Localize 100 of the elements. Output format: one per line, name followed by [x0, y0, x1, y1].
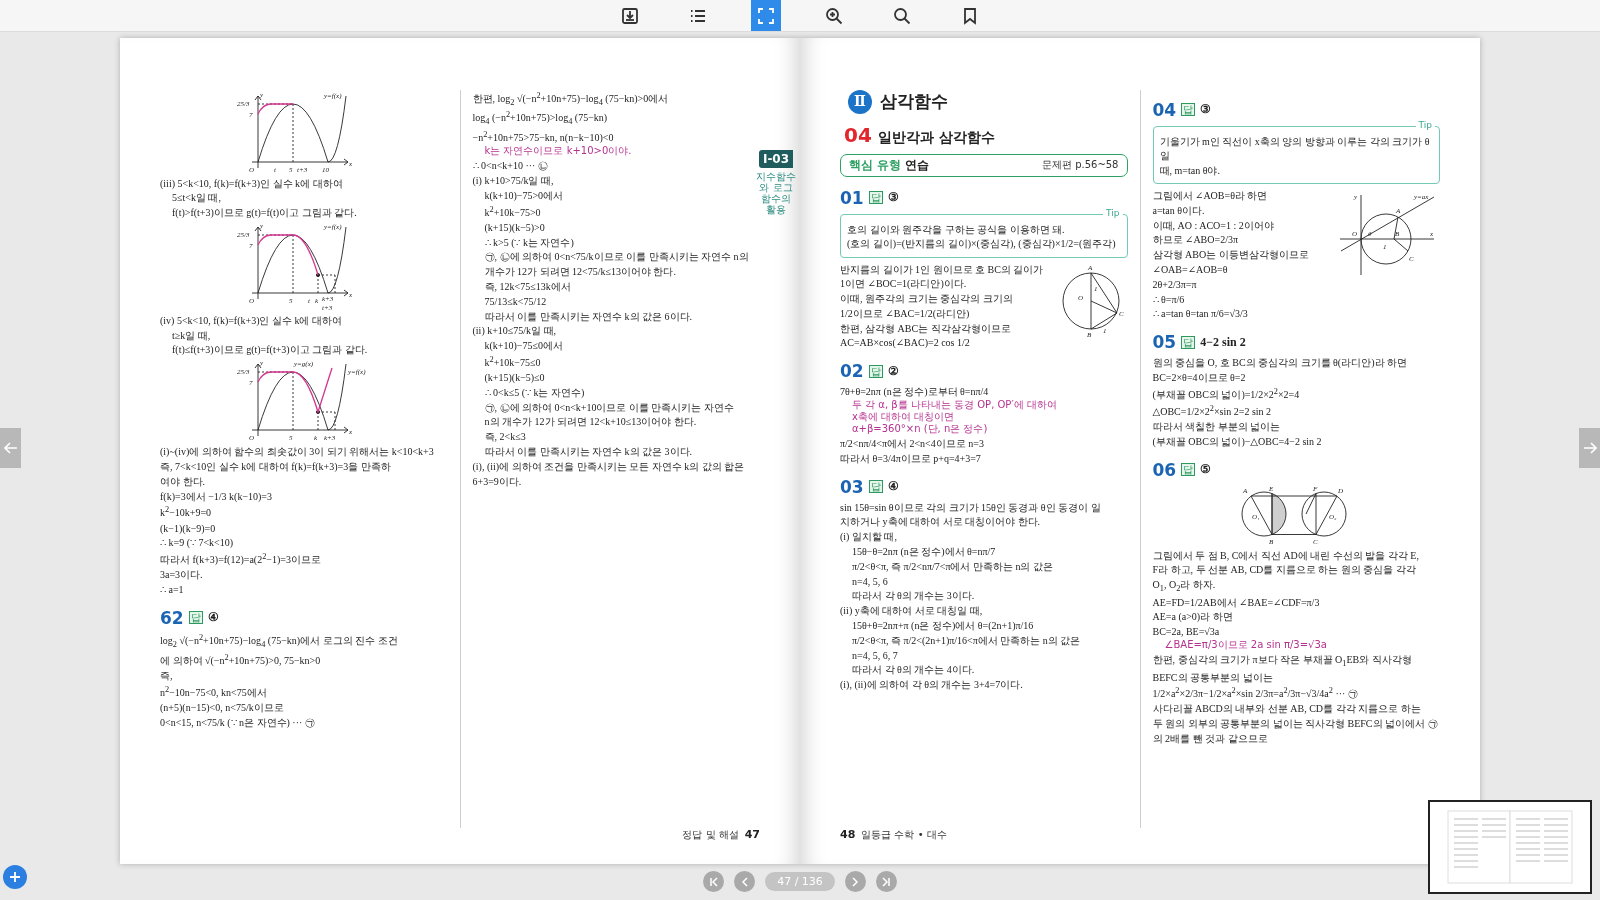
- add-button[interactable]: [3, 865, 27, 889]
- margin-note: ∠BAE=π/3이므로 2a sin π/3=√3a: [1164, 639, 1328, 652]
- problem-number: 05: [1152, 332, 1177, 353]
- problem-number: 06: [1152, 459, 1177, 480]
- chevron-left-icon: [739, 876, 750, 887]
- solution-line: ∴ a=1: [160, 583, 185, 597]
- solution-line: 의 2배를 뺀 것과 같으므로: [1152, 732, 1269, 746]
- solution-line: 하므로 ∠ABO=2/3π: [1152, 233, 1239, 248]
- answer-tag: 답: [868, 191, 883, 204]
- solution-line: 한편, 중심각의 크기가 π보다 작은 부채꼴 O$_{1}$EB와 직사각형: [1152, 653, 1413, 670]
- page-number: 48: [840, 827, 856, 841]
- arrow-left-icon: [3, 441, 18, 454]
- answer-text: ⑤: [1200, 462, 1212, 478]
- solution-line: 1이면 ∠BOC=1(라디안)이다.: [840, 277, 968, 292]
- solution-line: 7θ+θ=2nπ (n은 정수)로부터 θ=nπ/4: [840, 385, 990, 400]
- margin-note: α+β=360°×n (단, n은 정수): [852, 423, 989, 436]
- solution-line: log$_{2}$ √(−n$^{2}$+10n+75)−log$_{4}$ (75−kn)에서 로그의 진수 조건: [160, 631, 399, 651]
- solution-line: k$^{2}$+10k−75>0: [483, 203, 542, 220]
- solution-line: ∴ θ=π/6: [1152, 292, 1186, 307]
- tip-text: 호의 길이와 원주각을 구하는 공식을 이용하면 돼.: [847, 222, 1066, 237]
- solution-line: (i)~(iv)에 의하여 함수의 최솟값이 3이 되기 위해서는 k<10<k+3: [160, 445, 435, 460]
- plus-icon: [10, 872, 20, 882]
- solution-line: ㉠, ㉡에 의하여 0<n<k+10이므로 이를 만족시키는 자연수: [483, 400, 735, 415]
- answer-text: 4−2 sin 2: [1200, 334, 1246, 350]
- solution-line: k(k+10)−75≤0에서: [483, 339, 564, 353]
- solution-line: π/2<θ<π, 즉 π/2<nπ/7<π에서 만족하는 n의 값은: [851, 559, 1054, 574]
- solution-line: n=4, 5, 6, 7: [851, 648, 899, 663]
- solution-line: AC=AB×cos(∠BAC)=2 cos 1/2: [840, 336, 971, 351]
- solution-line: k$^{2}$+10k−75≤0: [483, 353, 542, 371]
- solution-line: k$^{2}$−10k+9=0: [160, 504, 213, 521]
- chapter-numeral: Ⅱ: [848, 89, 872, 114]
- solution-line: 15θ−θ=2nπ (n은 정수)에서 θ=nπ/7: [851, 545, 997, 559]
- section-title: 일반각과 삼각함수: [877, 128, 995, 147]
- solution-line: (k+15)(k−5)>0: [483, 220, 546, 235]
- margin-note: x축에 대하여 대칭이면: [852, 411, 956, 424]
- problem-number: 04: [1152, 99, 1177, 120]
- solution-line: k(k+10)−75>0에서: [483, 188, 565, 203]
- solution-line: 즉, 7<k<10인 실수 k에 대하여 f(k)=f(k+3)=3을 만족하: [160, 460, 392, 474]
- solution-line: ∴ a=tan θ=tan π/6=√3/3: [1152, 307, 1249, 322]
- solution-line: n$^{2}$−10n−75<0, kn<75에서: [160, 683, 268, 700]
- solution-line: 0<n<15, n<75/k (∵ n은 자연수) ··· ㉠: [160, 715, 316, 730]
- solution-line: 3a=3이다.: [160, 568, 204, 583]
- solution-line: ∠OAB=∠AOB=θ: [1152, 263, 1229, 277]
- solution-line: π/2<θ<π, 즉 π/2<(2n+1)π/16<π에서 만족하는 n의 값은: [851, 633, 1082, 648]
- solution-line: 에 의하여 √(−n$^{2}$+10n+75)>0, 75−kn>0: [160, 651, 322, 668]
- answer-tag: 답: [188, 611, 203, 625]
- solution-line: (부채꼴 OBC의 넓이)=1/2×2$^{2}$×2=4: [1152, 385, 1301, 402]
- solution-line: 5≤t<k일 때,: [171, 191, 222, 206]
- solution-line: 그림에서 ∠AOB=θ라 하면: [1152, 189, 1269, 203]
- solution-line: (k−1)(k−9)=0: [160, 521, 217, 536]
- solution-line: O$_{1}$, O$_{2}$라 하자.: [1152, 578, 1217, 595]
- tip-text: (호의 길이)=(반지름의 길이)×(중심각), (중심각)×1/2=(원주각): [847, 237, 1117, 251]
- last-page-icon: [881, 876, 892, 887]
- solution-line: 따라서 색칠한 부분의 넓이는: [1152, 420, 1281, 434]
- fullscreen-button[interactable]: [751, 0, 781, 31]
- solution-line: 즉, 12k<75≤13k에서: [483, 279, 572, 294]
- tip-text: 기울기가 m인 직선이 x축의 양의 방향과 이루는 각의 크기가 θ일: [1159, 134, 1431, 163]
- page-indicator: 47 / 136: [765, 872, 835, 891]
- chevron-right-icon: [850, 876, 861, 887]
- solution-line: (부채꼴 OBC의 넓이)−△OBC=4−2 sin 2: [1152, 434, 1323, 449]
- solution-line: (iii) 5<k<10, f(k)=f(k+3)인 실수 k에 대하여: [160, 176, 344, 191]
- answer-tag: 답: [1181, 463, 1196, 477]
- solution-line: 15θ+θ=2nπ+π (n은 정수)에서 θ=(2n+1)π/16: [851, 619, 1035, 633]
- tip-label: Tip: [1103, 207, 1123, 218]
- solution-line: 따라서 θ=3/4π이므로 p+q=4+3=7: [840, 451, 982, 466]
- solution-line: 이때, AO : ACO=1 : 2이어야: [1152, 218, 1275, 233]
- page-number: 47: [744, 827, 760, 841]
- solution-line: −n$^{2}$+10n+75>75−kn, n(n−k−10)<0: [472, 129, 615, 146]
- solution-line: 75/13≤k<75/12: [483, 294, 548, 309]
- banner-title: 핵심 유형 연습: [849, 156, 930, 174]
- solution-line: BC=2×θ=4이므로 θ=2: [1152, 370, 1247, 385]
- solution-line: BEFC의 공통부분의 넓이는: [1152, 670, 1274, 685]
- solution-line: 개수가 12가 되려면 12<75/k≤13이어야 한다.: [483, 265, 677, 279]
- answer-tag: 답: [868, 480, 883, 494]
- solution-line: △OBC=1/2×2$^{2}$×sin 2=2 sin 2: [1152, 402, 1273, 419]
- solution-line: AE=a (a>0)라 하면: [1152, 610, 1234, 625]
- solution-line: BC=2a, BE=√3a: [1152, 625, 1221, 640]
- solution-line: (i), (ii)에 의하여 조건을 만족시키는 모든 자연수 k의 값의 합은: [472, 459, 746, 474]
- problem-number: 01: [840, 187, 864, 208]
- solution-line: ∴ k>5 (∵ k는 자연수): [483, 235, 575, 250]
- solution-line: π/2<nπ/4<π에서 2<n<4이므로 n=3: [840, 437, 985, 451]
- solution-line: (k+15)(k−5)≤0: [483, 371, 546, 385]
- page-thumbnail[interactable]: [1428, 800, 1592, 894]
- solution-line: log$_{4}$ (−n$^{2}$+10n+75)>log$_{4}$ (75−kn): [472, 109, 609, 129]
- solution-line: 반지름의 길이가 1인 원이므로 호 BC의 길이가: [840, 262, 1045, 277]
- solution-line: 한편, log$_{2}$ √(−n$^{2}$+10n+75)−log$_{4}$ (75−kn)>0에서: [472, 89, 670, 109]
- answer-text: ④: [887, 479, 899, 495]
- tip-label: Tip: [1415, 119, 1435, 130]
- fullscreen-icon: [757, 6, 775, 25]
- answer-tag: 답: [868, 364, 883, 378]
- solution-line: f(t)>f(t+3)이므로 g(t)=f(t)이고 그림과 같다.: [171, 206, 358, 220]
- solution-line: n=4, 5, 6: [851, 574, 889, 589]
- solution-line: 6+3=9이다.: [472, 474, 523, 489]
- answer-text: ②: [887, 363, 899, 379]
- chapter-title: 삼각함수: [880, 90, 948, 113]
- problem-number: 02: [840, 361, 864, 382]
- unit-caption: 지수함수와 로그함수의 활용: [756, 170, 796, 215]
- solution-line: 따라서 각 θ의 개수는 3이다.: [851, 589, 976, 604]
- solution-line: ∴ 0<n<k+10 ··· ㉡: [472, 159, 549, 174]
- solution-line: (ii) k+10≤75/k일 때,: [472, 324, 558, 339]
